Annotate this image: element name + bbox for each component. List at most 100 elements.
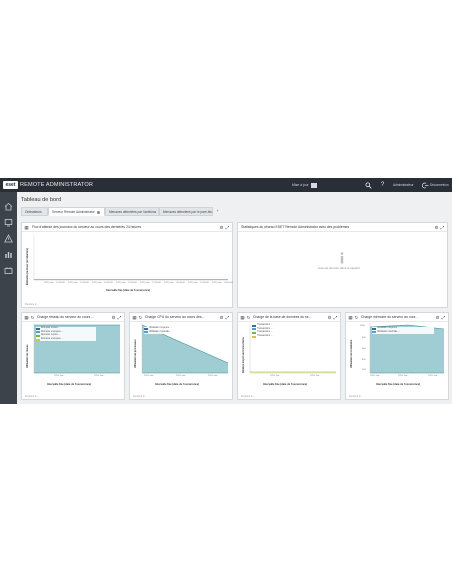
- x-tick: 2015-Jan...: [54, 375, 65, 377]
- gear-icon[interactable]: ⚙: [111, 315, 116, 320]
- legend-item[interactable]: Données envoyées ...: [36, 338, 96, 342]
- top-bar: eset REMOTE ADMINISTRATOR Mise à jour ? …: [0, 178, 452, 192]
- legend-label: Données reçues ...: [41, 327, 61, 329]
- logout-icon[interactable]: [421, 182, 429, 189]
- y-axis-label: Utilisation du processeur: [134, 339, 137, 368]
- x-tick: 2015-Jan-... 22:00:00: [140, 282, 161, 284]
- line-chart: [33, 235, 228, 281]
- user-menu[interactable]: Administrateur: [393, 182, 414, 188]
- widget-memory-load: ▦ ↻ Charge mémoire du serveur au cour...…: [345, 312, 449, 400]
- refresh-icon[interactable]: ↻: [354, 315, 359, 320]
- tab-ra-server[interactable]: Serveur Remote Administrator: [48, 207, 105, 216]
- app-window: eset REMOTE ADMINISTRATOR Mise à jour ? …: [0, 178, 452, 404]
- updater-control[interactable]: Mise à jour: [292, 182, 317, 188]
- refresh-icon[interactable]: ↻: [30, 315, 35, 320]
- legend-swatch: [36, 334, 40, 337]
- updater-label: Mise à jour: [292, 183, 309, 187]
- legend-item[interactable]: Transactions ...: [252, 335, 312, 339]
- legend-label: Transactions ...: [257, 331, 273, 334]
- legend-swatch: [36, 338, 40, 341]
- last-update: Dernière m...: [349, 395, 363, 398]
- logout-link[interactable]: Déconnexion: [430, 182, 449, 188]
- tab-firewall-threats[interactable]: Menaces détectées par le pare-feu: [159, 207, 213, 216]
- x-tick: 2015-Jan...: [94, 375, 105, 377]
- y-axis-label: Nombre moyen de transactions: [242, 337, 245, 373]
- chart-type-icon[interactable]: ▦: [24, 225, 29, 230]
- gear-icon[interactable]: ⚙: [219, 315, 224, 320]
- y-tick: 800: [362, 337, 366, 339]
- widget-header: ▦ ↻ Charge CPU du serveur au cours des..…: [130, 313, 232, 322]
- legend-swatch: [252, 335, 256, 338]
- chart-type-icon[interactable]: ▦: [24, 315, 29, 320]
- home-icon[interactable]: [4, 198, 13, 211]
- legend-swatch: [144, 331, 148, 334]
- legend-swatch: [36, 331, 40, 334]
- computers-icon[interactable]: [4, 214, 13, 227]
- x-tick: 2015-Jan...: [144, 375, 155, 377]
- chart-type-icon[interactable]: ▦: [348, 315, 353, 320]
- expand-icon[interactable]: ⤢: [117, 315, 122, 320]
- gear-icon[interactable]: ⚙: [327, 315, 332, 320]
- x-tick: 2015-Jan-... 16:00:00: [68, 282, 89, 284]
- legend-label: Utilisation maximale ...: [377, 330, 400, 333]
- y-tick: 200: [362, 369, 366, 371]
- add-tab-button[interactable]: +: [213, 207, 222, 216]
- legend-swatch: [252, 328, 256, 331]
- tab-settings-icon[interactable]: [96, 210, 100, 214]
- chart-type-icon[interactable]: ▦: [240, 315, 245, 320]
- widget-header: ▦ ↻ Charge réseau du serveur au cours ..…: [22, 313, 124, 322]
- y-axis-label: Utilisation de la mémoire: [350, 339, 353, 368]
- last-update: Dernière m...: [241, 395, 255, 398]
- legend-label: Utilisation maximale ...: [149, 330, 172, 333]
- gear-icon[interactable]: ⚙: [219, 225, 224, 230]
- legend-swatch: [372, 327, 376, 330]
- y-tick: 1000: [360, 325, 365, 327]
- y-tick: 400: [362, 359, 366, 361]
- widget-title: Charge CPU du serveur au cours des...: [145, 315, 205, 319]
- x-tick: 2015-Jan...: [428, 375, 439, 377]
- expand-icon[interactable]: ⤢: [441, 315, 446, 320]
- search-icon[interactable]: [365, 182, 372, 189]
- chart-type-icon[interactable]: ▦: [132, 315, 137, 320]
- admin-icon[interactable]: [4, 262, 13, 274]
- no-data-message: Aucune donnée dans le rapport: [318, 266, 360, 270]
- last-update: Dernière m...: [25, 303, 39, 306]
- gear-icon[interactable]: ⚙: [435, 315, 440, 320]
- legend-swatch: [372, 331, 376, 334]
- gear-icon[interactable]: ⚙: [434, 225, 439, 230]
- reports-icon[interactable]: [4, 246, 13, 258]
- threats-icon[interactable]: [4, 230, 13, 243]
- expand-icon[interactable]: ⤢: [440, 225, 445, 230]
- legend-item[interactable]: Utilisation maximale ...: [372, 331, 434, 335]
- refresh-icon[interactable]: ↻: [246, 315, 251, 320]
- legend-item[interactable]: Utilisation maximale ...: [144, 331, 206, 335]
- legend-label: Transactions ...: [257, 324, 273, 326]
- last-update: Dernière m...: [133, 395, 147, 398]
- legend-label: Données envoyées ...: [41, 330, 64, 333]
- legend-swatch: [36, 327, 40, 330]
- help-icon[interactable]: ?: [379, 182, 386, 189]
- info-icon: [339, 251, 345, 264]
- legend-swatch: [144, 327, 148, 330]
- widget-ra-network-problems: Statistiques du réseau ESET Remote Admin…: [237, 222, 448, 308]
- updater-dropdown[interactable]: [310, 182, 317, 188]
- x-tick: 2015-Jan-... 02:00:00: [188, 282, 209, 284]
- refresh-icon[interactable]: ↻: [138, 315, 143, 320]
- x-tick: 2015-Jan-... 18:00:00: [92, 282, 113, 284]
- tab-ra-server-label: Serveur Remote Administrator: [52, 210, 95, 214]
- chart-legend: Données reçues ... Données envoyées ... …: [36, 327, 96, 342]
- tab-antivirus-threats[interactable]: Menaces détectées par l'antivirus: [105, 207, 159, 216]
- x-tick: 2015-Jan...: [270, 375, 281, 377]
- x-axis-label: Intervalle fixe (date de l'occurrence): [106, 289, 151, 292]
- legend-label: Données reçues ...: [41, 334, 61, 337]
- legend-label: Utilisation moyenne ...: [377, 327, 400, 329]
- widget-title: Statistiques du réseau ESET Remote Admin…: [241, 225, 350, 229]
- expand-icon[interactable]: ⤢: [333, 315, 338, 320]
- legend-swatch: [252, 331, 256, 334]
- expand-icon[interactable]: ⤢: [225, 315, 230, 320]
- tab-computers[interactable]: Ordinateurs: [21, 207, 48, 216]
- page-title: Tableau de bord: [21, 197, 62, 203]
- legend-label: Utilisation moyenne ...: [149, 327, 172, 329]
- expand-icon[interactable]: ⤢: [225, 225, 230, 230]
- x-axis-label: Intervalle fixe (date de l'occurrence): [376, 383, 421, 386]
